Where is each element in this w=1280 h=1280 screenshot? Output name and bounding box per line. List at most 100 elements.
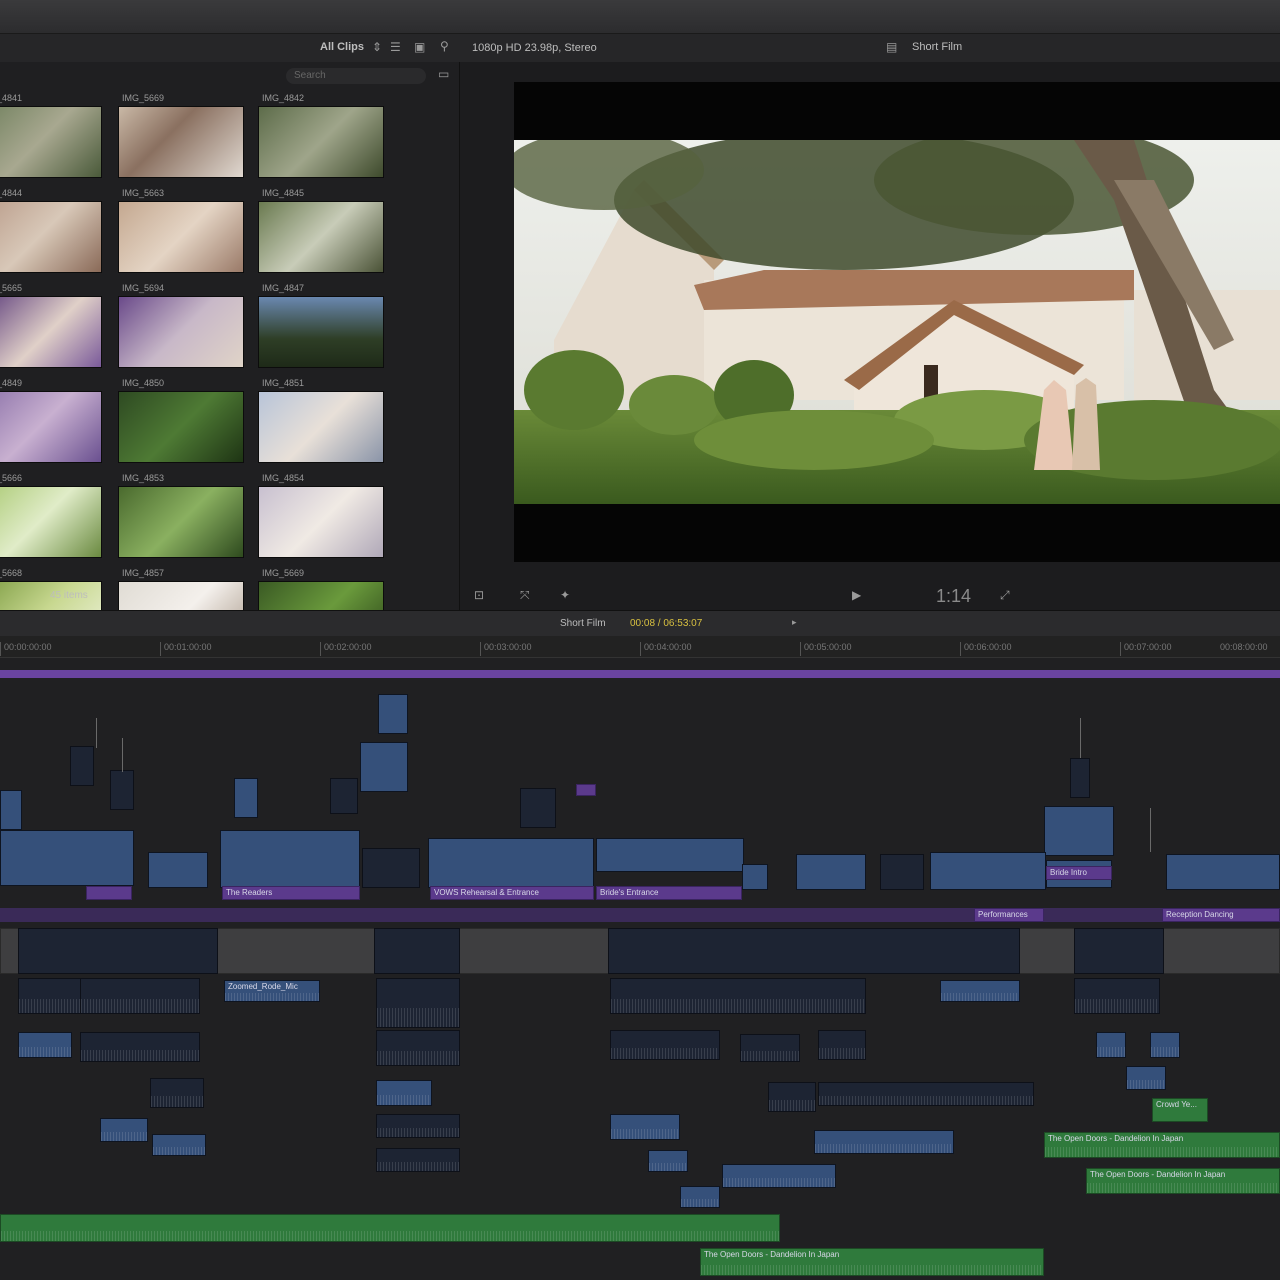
ruler-tick-label: 00:03:00:00 — [484, 642, 532, 652]
audio-clip[interactable] — [610, 1030, 720, 1060]
connected-clip[interactable] — [1044, 806, 1114, 856]
audio-clip[interactable] — [152, 1134, 206, 1156]
audio-clip[interactable] — [1126, 1066, 1166, 1090]
connected-clip[interactable] — [70, 746, 94, 786]
connected-clip[interactable] — [0, 790, 22, 830]
timeline-ruler[interactable]: 00:00:00:00 00:01:00:00 00:02:00:00 00:03:0… — [0, 636, 1280, 658]
storyline-clip[interactable] — [608, 928, 1020, 974]
next-arrow-icon[interactable]: ▸ — [792, 617, 797, 628]
connected-clip[interactable] — [220, 830, 360, 888]
timeline[interactable]: The Readers VOWS Rehearsal & Entrance Br… — [0, 658, 1280, 1280]
ruler-tick-label: 00:05:00:00 — [804, 642, 852, 652]
clip-appearance-icon[interactable]: ▭ — [438, 67, 449, 81]
clip-thumbnail[interactable] — [0, 106, 102, 178]
enhance-tool-icon[interactable]: ✦ — [560, 588, 570, 602]
connected-clip[interactable] — [742, 864, 768, 890]
clip-thumbnail[interactable] — [0, 201, 102, 273]
storyline-clip[interactable] — [374, 928, 460, 974]
audio-clip[interactable] — [18, 1032, 72, 1058]
connected-clip[interactable] — [378, 694, 408, 734]
clip-thumbnail[interactable] — [0, 391, 102, 463]
music-clip[interactable] — [0, 1214, 780, 1242]
filmstrip-view-icon[interactable]: ▣ — [414, 40, 425, 54]
audio-clip[interactable] — [150, 1078, 204, 1108]
audio-clip[interactable] — [818, 1082, 1034, 1106]
audio-clip[interactable] — [940, 980, 1020, 1002]
storyline-clip[interactable] — [1074, 928, 1164, 974]
audio-clip[interactable] — [1150, 1032, 1180, 1058]
play-icon[interactable]: ▶ — [852, 588, 861, 602]
connected-clip[interactable] — [1070, 758, 1090, 798]
connected-clip[interactable] — [1166, 854, 1280, 890]
title-clip[interactable] — [576, 784, 596, 796]
clip-thumbnail[interactable] — [118, 296, 244, 368]
audio-clip[interactable] — [376, 1114, 460, 1138]
transform-tool-icon[interactable]: ⤧ — [520, 588, 530, 603]
audio-clip[interactable] — [648, 1150, 688, 1172]
audio-clip-mic[interactable]: Zoomed_Rode_Mic — [224, 980, 320, 1002]
title-clip-reception[interactable]: Reception Dancing — [1162, 908, 1280, 922]
audio-clip[interactable] — [376, 978, 460, 1028]
title-clip[interactable] — [86, 886, 132, 900]
clip-thumbnail[interactable] — [118, 106, 244, 178]
audio-clip[interactable] — [818, 1030, 866, 1060]
search-input[interactable]: Search — [286, 68, 426, 84]
storyline-clip[interactable] — [18, 928, 218, 974]
connected-clip[interactable] — [0, 830, 134, 886]
clip-thumbnail[interactable] — [118, 486, 244, 558]
audio-clip[interactable] — [376, 1030, 460, 1066]
clip-thumbnail[interactable] — [258, 106, 384, 178]
connected-clip[interactable] — [234, 778, 258, 818]
search-icon[interactable]: ⚲ — [440, 39, 449, 53]
clip-thumbnail[interactable] — [0, 486, 102, 558]
connected-clip[interactable] — [148, 852, 208, 888]
list-view-icon[interactable]: ☰ — [390, 40, 401, 54]
audio-clip[interactable] — [814, 1130, 954, 1154]
title-clip-performances[interactable]: Performances — [974, 908, 1044, 922]
audio-clip[interactable] — [610, 978, 866, 1014]
audio-clip[interactable] — [680, 1186, 720, 1208]
audio-clip[interactable] — [1074, 978, 1160, 1014]
clip-thumbnail[interactable] — [258, 486, 384, 558]
clip-filter-dropdown[interactable]: All Clips — [320, 41, 364, 53]
audio-clip[interactable] — [80, 1032, 200, 1062]
connected-clip[interactable] — [596, 838, 744, 872]
connected-clip[interactable] — [880, 854, 924, 890]
connected-clip[interactable] — [796, 854, 866, 890]
music-clip[interactable]: The Open Doors - Dandelion In Japan — [1086, 1168, 1280, 1194]
connected-clip[interactable] — [330, 778, 358, 814]
audio-clip-cheer[interactable]: Crowd Ye... — [1152, 1098, 1208, 1122]
connected-clip[interactable] — [110, 770, 134, 810]
connected-clip[interactable] — [428, 838, 594, 888]
music-clip[interactable]: The Open Doors - Dandelion In Japan — [1044, 1132, 1280, 1158]
clip-thumbnail[interactable] — [118, 201, 244, 273]
ruler-tick — [640, 642, 641, 656]
clip-thumbnail[interactable] — [0, 296, 102, 368]
chevron-updown-icon[interactable]: ⇕ — [372, 40, 382, 54]
audio-clip[interactable] — [610, 1114, 680, 1140]
music-clip[interactable]: The Open Doors - Dandelion In Japan — [700, 1248, 1044, 1276]
title-clip-bride-entrance[interactable]: Bride's Entrance — [596, 886, 742, 900]
connected-clip[interactable] — [362, 848, 420, 888]
audio-clip[interactable] — [376, 1080, 432, 1106]
connected-clip[interactable] — [520, 788, 556, 828]
title-clip-vows[interactable]: VOWS Rehearsal & Entrance — [430, 886, 594, 900]
audio-clip[interactable] — [80, 978, 200, 1014]
audio-clip[interactable] — [376, 1148, 460, 1172]
connected-clip[interactable] — [930, 852, 1046, 890]
title-clip-bride-intro[interactable]: Bride Intro — [1046, 866, 1112, 880]
view-options-icon[interactable]: ⊡ — [474, 588, 484, 602]
clip-thumbnail[interactable] — [258, 391, 384, 463]
audio-clip[interactable] — [722, 1164, 836, 1188]
clip-thumbnail[interactable] — [258, 296, 384, 368]
audio-clip[interactable] — [100, 1118, 148, 1142]
clip-thumbnail[interactable] — [118, 391, 244, 463]
viewer: ⊡ ⤧ ✦ ▶ 1:14 ⤢ — [460, 62, 1280, 610]
fullscreen-icon[interactable]: ⤢ — [1000, 588, 1010, 603]
audio-clip[interactable] — [768, 1082, 816, 1112]
title-clip-readers[interactable]: The Readers — [222, 886, 360, 900]
connected-clip[interactable] — [360, 742, 408, 792]
audio-clip[interactable] — [740, 1034, 800, 1062]
clip-thumbnail[interactable] — [258, 201, 384, 273]
audio-clip[interactable] — [1096, 1032, 1126, 1058]
